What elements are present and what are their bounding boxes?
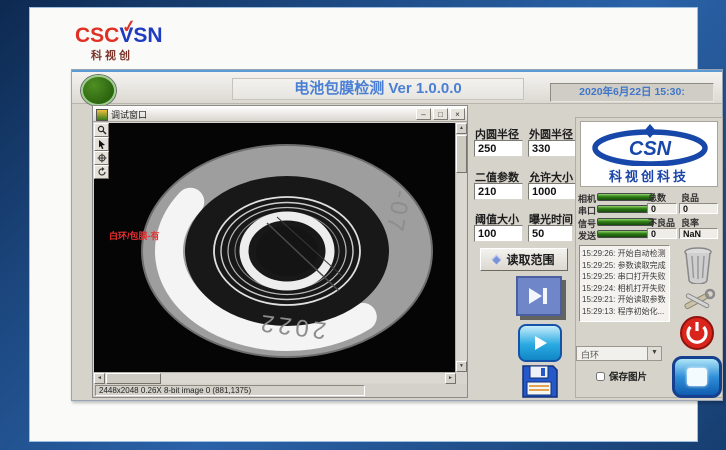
control-panel: CSN 科视创科技 相机 串口 信号 发送 总数 良品 0 0 不良品 bbox=[575, 117, 723, 398]
viewer-vertical-scrollbar[interactable]: ▲ ▼ bbox=[455, 123, 466, 372]
log-entry: 15:29:13: 程序初始化... bbox=[582, 306, 669, 318]
viewer-statusbar: 2448x2048 0.26X 8-bit image 0 (881,1375) bbox=[94, 384, 467, 397]
log-entry: 15:29:25: 参数读取完成 bbox=[582, 260, 669, 272]
stop-icon bbox=[687, 368, 707, 386]
viewer-title: 调试窗口 bbox=[111, 108, 147, 121]
floppy-icon bbox=[520, 363, 558, 398]
company-name: 科视创科技 bbox=[581, 166, 717, 185]
detection-overlay-text: 白环/包膜-有 bbox=[109, 230, 160, 241]
read-range-label: 读取范围 bbox=[506, 251, 554, 268]
log-list[interactable]: 15:29:26: 开始自动检测 15:29:25: 参数读取完成 15:29:… bbox=[579, 245, 670, 322]
rotate-icon bbox=[97, 167, 107, 177]
viewer-maximize-button[interactable]: □ bbox=[433, 108, 448, 120]
log-entry: 15:29:25: 串口打开失败 bbox=[582, 271, 669, 283]
vendor-logo: CSCVSN ✓ 科视创 bbox=[75, 25, 195, 67]
run-status-light bbox=[81, 75, 116, 106]
cursor-tool-button[interactable] bbox=[94, 137, 109, 151]
company-logo-box: CSN 科视创科技 bbox=[580, 121, 718, 187]
clear-log-button[interactable] bbox=[680, 244, 716, 284]
image-info-text: 2448x2048 0.26X 8-bit image 0 (881,1375) bbox=[95, 385, 365, 396]
binary-param-input[interactable] bbox=[474, 183, 523, 200]
play-button[interactable] bbox=[518, 324, 562, 362]
vendor-logo-text-red: CSC bbox=[75, 24, 119, 47]
device-label-send: 发送 bbox=[578, 229, 596, 242]
signal-status-bar bbox=[597, 218, 654, 226]
content-area: CSCVSN ✓ 科视创 电池包膜检测 Ver 1.0.0.0 2020年6月2… bbox=[29, 7, 698, 442]
datetime-display: 2020年6月22日 15:30: bbox=[550, 83, 714, 102]
power-button[interactable] bbox=[678, 314, 716, 352]
next-frame-button[interactable] bbox=[516, 276, 562, 316]
vendor-logo-subtitle: 科视创 bbox=[91, 47, 195, 63]
log-entry: 15:29:21: 开始读取参数 bbox=[582, 294, 669, 306]
threshold-input[interactable] bbox=[474, 225, 523, 242]
good-count-value: 0 bbox=[679, 203, 718, 214]
play-icon bbox=[531, 334, 549, 352]
viewer-minimize-button[interactable]: – bbox=[416, 108, 431, 120]
crosshair-icon bbox=[97, 153, 107, 163]
viewer-window-icon bbox=[96, 109, 108, 121]
scroll-down-icon[interactable]: ▼ bbox=[456, 361, 467, 372]
save-image-button[interactable] bbox=[519, 363, 559, 398]
csn-logo: CSN bbox=[581, 122, 719, 166]
settings-button[interactable] bbox=[680, 286, 716, 316]
main-titlebar[interactable]: 电池包膜检测 Ver 1.0.0.0 2020年6月22日 15:30: bbox=[72, 70, 722, 104]
send-status-bar bbox=[597, 230, 654, 238]
viewer-close-button[interactable]: × bbox=[450, 108, 465, 120]
camera-image-canvas[interactable]: -07 2022 白环/包膜-有 bbox=[94, 123, 456, 372]
device-label-serial: 串口 bbox=[578, 204, 596, 217]
cursor-icon bbox=[97, 139, 107, 149]
read-range-icon bbox=[492, 255, 502, 265]
product-type-select[interactable]: 白环 ▼ bbox=[576, 346, 662, 361]
viewer-horizontal-scrollbar[interactable]: ◄ ► bbox=[94, 372, 456, 383]
rotate-tool-button[interactable] bbox=[94, 165, 109, 179]
read-range-button[interactable]: 读取范围 bbox=[480, 248, 568, 271]
tools-icon bbox=[680, 286, 716, 316]
inner-radius-input[interactable] bbox=[474, 140, 523, 157]
pan-tool-button[interactable] bbox=[94, 151, 109, 165]
allowed-size-input[interactable] bbox=[528, 183, 579, 200]
viewer-titlebar[interactable]: 调试窗口 – □ × bbox=[93, 106, 467, 122]
app-title: 电池包膜检测 Ver 1.0.0.0 bbox=[232, 78, 524, 100]
log-entry: 15:29:24: 相机打开失败 bbox=[582, 283, 669, 295]
exposure-input[interactable] bbox=[528, 225, 573, 242]
product-type-value: 白环 bbox=[581, 348, 599, 361]
skip-icon bbox=[527, 286, 551, 306]
desktop-background: CSCVSN ✓ 科视创 电池包膜检测 Ver 1.0.0.0 2020年6月2… bbox=[0, 0, 726, 450]
scroll-left-icon[interactable]: ◄ bbox=[94, 373, 105, 384]
log-entry: 15:29:26: 开始自动检测 bbox=[582, 248, 669, 260]
save-image-checkbox-label: 保存图片 bbox=[609, 369, 647, 383]
save-image-checkbox-input[interactable] bbox=[596, 372, 605, 381]
trash-icon bbox=[680, 244, 716, 284]
magnifier-icon bbox=[97, 125, 107, 135]
debug-viewer-window: 调试窗口 – □ × bbox=[92, 105, 468, 398]
serial-status-bar bbox=[597, 205, 654, 213]
main-window: 电池包膜检测 Ver 1.0.0.0 2020年6月22日 15:30: 调试窗… bbox=[71, 69, 723, 401]
hscroll-thumb[interactable] bbox=[106, 373, 161, 384]
stop-button[interactable] bbox=[672, 356, 722, 398]
vscroll-thumb[interactable] bbox=[456, 135, 467, 173]
camera-status-bar bbox=[597, 193, 654, 201]
total-count-value: 0 bbox=[647, 203, 677, 214]
dropdown-arrow-icon[interactable]: ▼ bbox=[647, 347, 661, 360]
csn-logo-text: CSN bbox=[629, 138, 672, 160]
save-image-checkbox[interactable]: 保存图片 bbox=[596, 369, 647, 383]
defect-count-value: 0 bbox=[647, 228, 677, 239]
power-icon bbox=[678, 314, 716, 352]
scroll-right-icon[interactable]: ► bbox=[445, 373, 456, 384]
yield-rate-value: NaN bbox=[679, 228, 718, 239]
outer-radius-input[interactable] bbox=[528, 140, 577, 157]
scroll-up-icon[interactable]: ▲ bbox=[456, 123, 467, 134]
vendor-logo-check-icon: ✓ bbox=[121, 16, 138, 38]
zoom-tool-button[interactable] bbox=[94, 123, 109, 137]
battery-image: -07 2022 白环/包膜-有 bbox=[94, 123, 456, 372]
viewer-toolbar bbox=[94, 123, 110, 179]
